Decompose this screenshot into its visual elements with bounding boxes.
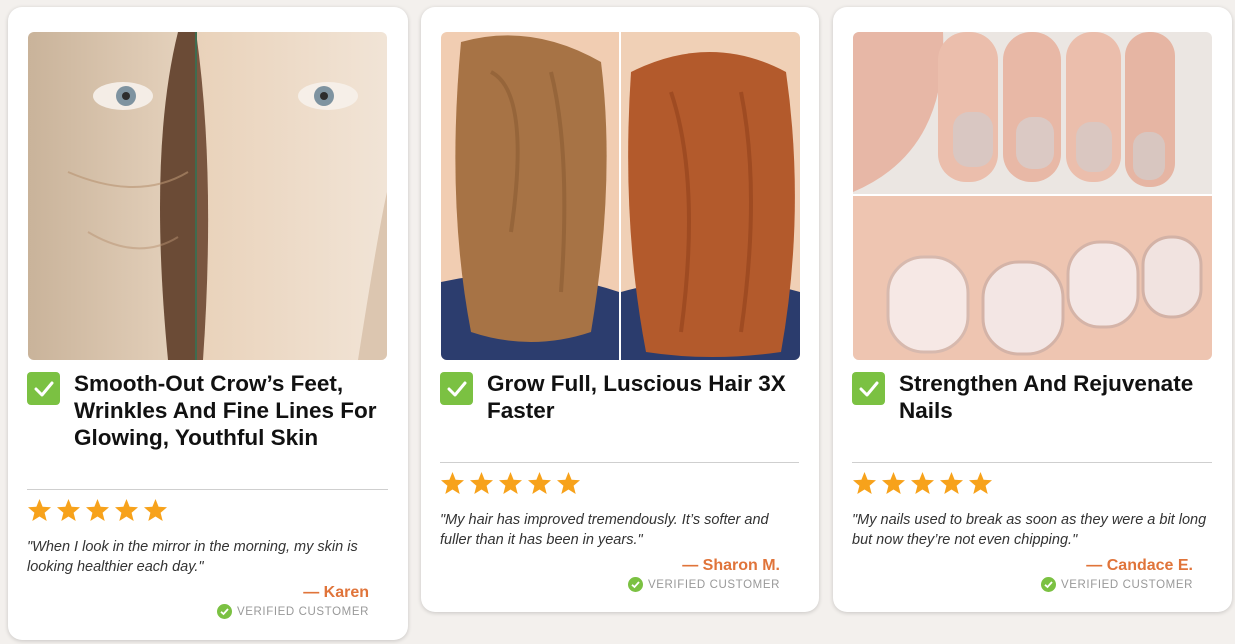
review-quote: "My hair has improved tremendously. It’s… [440, 512, 769, 548]
verified-label: VERIFIED CUSTOMER [647, 578, 780, 591]
headline: Strengthen And Rejuvenate Nails [852, 370, 1218, 424]
star-icon [969, 472, 992, 494]
verified-check-icon [216, 604, 232, 619]
star-icon [882, 472, 905, 494]
check-icon [852, 372, 885, 405]
headline-text: Smooth-Out Crow’s Feet, Wrinkles And Fin… [74, 371, 377, 450]
divider [440, 462, 799, 463]
verified-badge: VERIFIED CUSTOMER [216, 604, 369, 619]
divider [852, 462, 1212, 463]
testimonial-card-hair: Grow Full, Luscious Hair 3X Faster "My h… [421, 7, 819, 612]
star-icon [911, 472, 934, 494]
check-icon [27, 372, 60, 405]
headline-text: Grow Full, Luscious Hair 3X Faster [487, 371, 786, 423]
nails-before-after-photo [853, 32, 1212, 360]
verified-check-icon [627, 577, 643, 592]
headline: Grow Full, Luscious Hair 3X Faster [440, 370, 805, 424]
star-icon [528, 472, 551, 494]
review-author: — Sharon M. [682, 557, 780, 574]
review-author: — Karen [303, 584, 369, 601]
star-icon [28, 499, 51, 521]
verified-check-icon [1040, 577, 1056, 592]
star-icon [57, 499, 80, 521]
star-icon [557, 472, 580, 494]
divider [27, 489, 388, 490]
star-icon [115, 499, 138, 521]
verified-label: VERIFIED CUSTOMER [236, 605, 369, 618]
verified-label: VERIFIED CUSTOMER [1060, 578, 1193, 591]
star-rating [27, 498, 168, 523]
star-icon [940, 472, 963, 494]
headline: Smooth-Out Crow’s Feet, Wrinkles And Fin… [27, 370, 394, 451]
skin-before-after-photo [28, 32, 387, 360]
star-icon [86, 499, 109, 521]
check-icon [440, 372, 473, 405]
verified-badge: VERIFIED CUSTOMER [1040, 577, 1193, 592]
headline-text: Strengthen And Rejuvenate Nails [899, 371, 1194, 423]
hair-before-after-photo [441, 32, 800, 360]
testimonial-card-skin: Smooth-Out Crow’s Feet, Wrinkles And Fin… [8, 7, 408, 640]
review-author: — Candace E. [1086, 557, 1193, 574]
review-quote: "When I look in the mirror in the mornin… [27, 539, 358, 575]
verified-badge: VERIFIED CUSTOMER [627, 577, 780, 592]
testimonial-card-nails: Strengthen And Rejuvenate Nails "My nail… [833, 7, 1232, 612]
star-icon [144, 499, 167, 521]
review-quote: "My nails used to break as soon as they … [852, 512, 1207, 548]
star-rating [440, 471, 581, 496]
star-icon [499, 472, 522, 494]
star-rating [852, 471, 993, 496]
star-icon [470, 472, 493, 494]
star-icon [441, 472, 464, 494]
star-icon [853, 472, 876, 494]
